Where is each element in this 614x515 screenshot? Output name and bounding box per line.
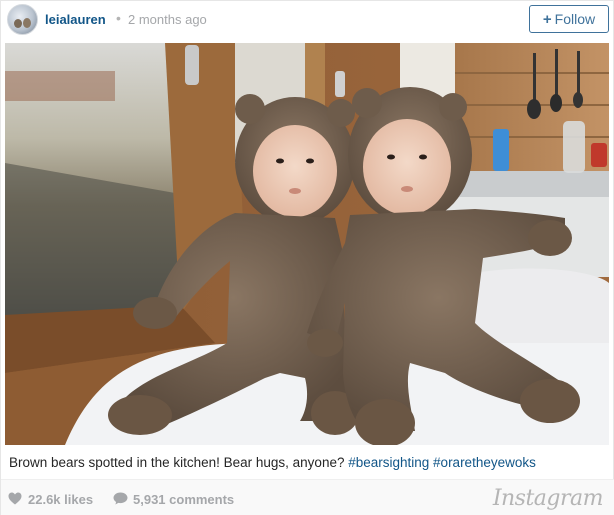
speech-bubble-icon[interactable] <box>113 492 128 505</box>
instagram-post: leialauren • 2 months ago + Follow Brown… <box>0 0 614 515</box>
plus-icon: + <box>542 10 552 28</box>
post-caption: Brown bears spotted in the kitchen! Bear… <box>9 455 536 470</box>
follow-label: Follow <box>554 11 596 27</box>
follow-button[interactable]: + Follow <box>529 5 609 33</box>
hashtag-link[interactable]: #oraretheyewoks <box>433 455 536 470</box>
avatar[interactable] <box>7 4 38 35</box>
post-photo[interactable] <box>5 43 609 445</box>
instagram-logo[interactable]: Instagram <box>493 486 604 511</box>
separator-dot: • <box>116 10 121 26</box>
hashtag-link[interactable]: #bearsighting <box>348 455 429 470</box>
likes-count: 22.6k likes <box>28 492 94 507</box>
caption-text: Brown bears spotted in the kitchen! Bear… <box>9 455 349 470</box>
post-header: leialauren • 2 months ago + Follow <box>1 1 614 39</box>
post-timestamp[interactable]: 2 months ago <box>128 12 207 27</box>
comments-count[interactable]: 5,931 comments <box>133 492 234 507</box>
heart-icon[interactable] <box>8 492 22 505</box>
username-link[interactable]: leialauren <box>45 12 106 27</box>
post-footer: 22.6k likes 5,931 comments Instagram <box>1 479 614 515</box>
